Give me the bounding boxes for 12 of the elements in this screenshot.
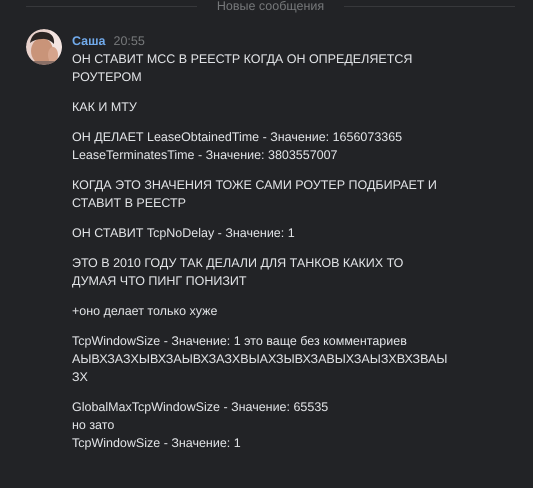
author-name[interactable]: Саша: [72, 32, 106, 50]
message-text: ОН ДЕЛАЕТ LeaseObtainedTime - Значение: 1656073365 LeaseTerminatesTime - Значение: 3803557007: [72, 129, 404, 164]
message-text: +оно делает только хуже: [72, 303, 218, 320]
message-time: 20:55: [114, 33, 145, 50]
message-text: TcpWindowSize - Значение: 1 это ваще без комментариев АЫВХЗАЗХЫВХЗАЫВХЗАЗХВЫАХЗЫВХЗАВЫХЗАЫЗХВХЗВАЫ ЗХ: [72, 333, 448, 386]
new-messages-label: Новые сообщения: [216, 0, 324, 12]
message-text: GlobalMaxTcpWindowSize - Значение: 65535 но зато TcpWindowSize - Значение: 1: [72, 399, 330, 452]
message-text: ОН СТАВИТ TcpNoDelay - Значение: 1: [72, 225, 296, 242]
message-text: КОГДА ЭТО ЗНАЧЕНИЯ ТОЖЕ САМИ РОУТЕР ПОДБИРАЕТ И СТАВИТ В РЕЕСТР: [72, 177, 438, 212]
message-text: ОН СТАВИТ МСС В РЕЕСТР КОГДА ОН ОПРЕДЕЛЯЕТСЯ РОУТЕРОМ: [72, 51, 414, 86]
message-text: ЭТО В 2010 ГОДУ ТАК ДЕЛАЛИ ДЛЯ ТАНКОВ КАКИХ ТО ДУМАЯ ЧТО ПИНГ ПОНИЗИТ: [72, 255, 404, 290]
message-text: КАК И МТУ: [72, 99, 138, 116]
